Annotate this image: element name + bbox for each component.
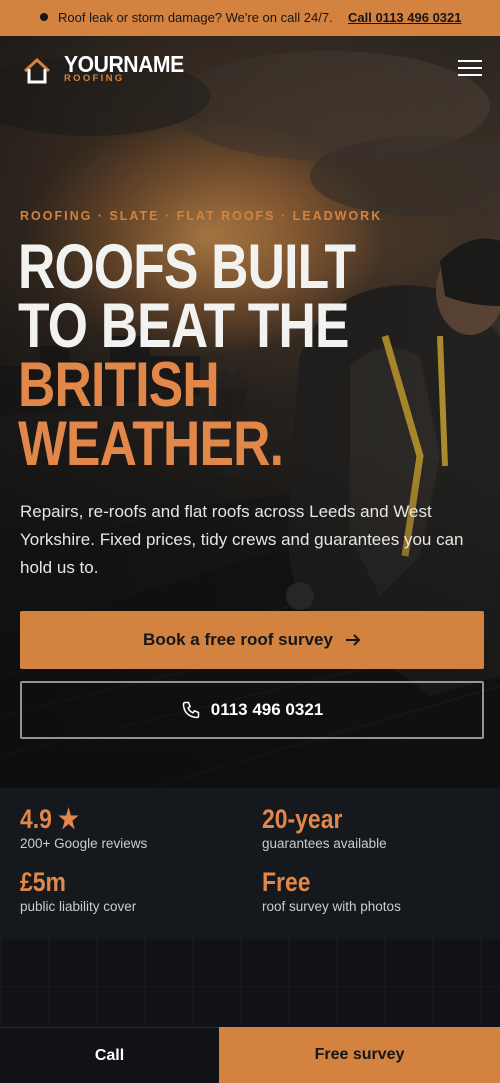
headline-line-3: BRITISH	[18, 350, 220, 420]
call-phone-link[interactable]: Call 0113 496 0321	[348, 10, 462, 25]
book-survey-button[interactable]: Book a free roof survey	[20, 611, 484, 669]
announcement-message: Roof leak or storm damage? We're on call…	[58, 10, 333, 25]
phone-icon	[182, 701, 199, 719]
stat-guarantee-label: guarantees available	[262, 836, 387, 851]
bottom-survey-button[interactable]: Free survey	[219, 1027, 500, 1083]
live-dot-icon	[40, 13, 48, 21]
hamburger-menu-icon[interactable]	[458, 60, 482, 78]
bottom-call-button[interactable]: Call	[0, 1027, 219, 1083]
call-phone-label: 0113 496 0321	[210, 700, 324, 719]
house-logo-icon[interactable]	[22, 57, 52, 85]
trust-stats: 4.9 ★ 200+ Google reviews 20-year guaran…	[0, 788, 500, 938]
stat-liability-value: £5m	[20, 867, 66, 897]
arrow-right-icon	[345, 634, 361, 646]
stat-survey-label: roof survey with photos	[262, 899, 401, 914]
sticky-action-bar: Call Free survey	[0, 1027, 500, 1083]
stat-survey-value: Free	[262, 867, 311, 897]
stat-rating-value: 4.9 ★	[20, 804, 79, 834]
logo-tagline: ROOFING	[64, 73, 125, 84]
headline-line-2: TO BEAT THE	[18, 291, 349, 361]
headline-line-1: ROOFS BUILT	[18, 232, 356, 302]
announcement-bar: Roof leak or storm damage? We're on call…	[0, 0, 500, 36]
hero-lead-text: Repairs, re-roofs and flat roofs across …	[20, 502, 464, 577]
call-phone-button[interactable]: 0113 496 0321	[20, 681, 484, 739]
site-header: YOURNAME ROOFING	[0, 36, 500, 102]
hero-headline: ROOFS BUILT TO BEAT THE BRITISH WEATHER.	[18, 232, 356, 479]
headline-line-4: WEATHER.	[18, 409, 284, 479]
stat-rating-label: 200+ Google reviews	[20, 836, 148, 851]
stat-liability-label: public liability cover	[20, 899, 137, 914]
grid-background	[0, 938, 500, 1027]
hero-eyebrow: ROOFING · SLATE · FLAT ROOFS · LEADWORK	[20, 209, 383, 223]
book-survey-label: Book a free roof survey	[143, 630, 333, 649]
stat-guarantee-value: 20-year	[262, 804, 343, 834]
star-icon: ★	[58, 804, 79, 834]
